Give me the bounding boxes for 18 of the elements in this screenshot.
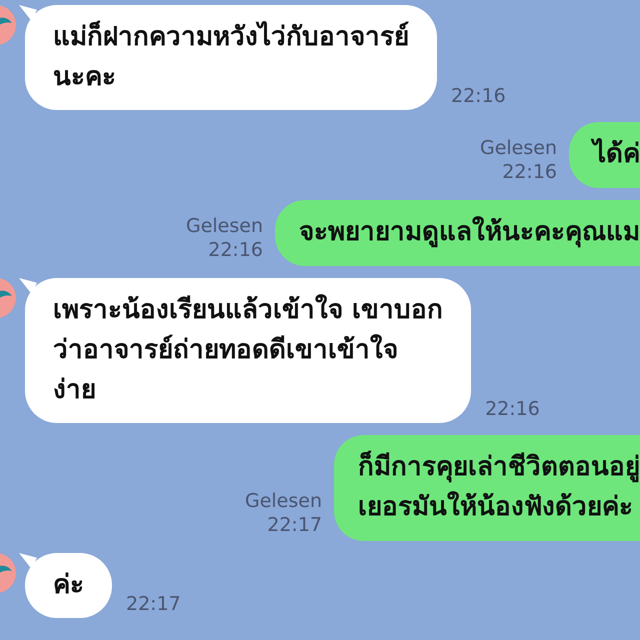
message-time: 22:17 [267,513,322,537]
message-text: ได้ค่ [593,134,640,174]
message-text: เพราะน้องเรียนแล้วเข้าใจ เขาบอก ว่าอาจารย์ถ่ายทอดดีเขาเข้าใจ ง่าย [53,293,444,407]
message-text: ก็มีการคุยเล่าชีวิตตอนอยู่ เยอรมันให้น้องฟังด้วยค่ะ [358,450,640,524]
avatar-icon[interactable] [0,553,16,593]
avatar-icon[interactable] [0,278,16,318]
message-text: แม่ก็ฝากความหวังไว่กับอาจารย์ นะคะ [53,20,409,94]
read-receipt: Gelesen [186,214,263,238]
read-receipt: Gelesen [480,136,557,160]
read-receipt: Gelesen [244,489,322,513]
message-time: 22:16 [485,397,540,421]
message-text: จะพยายามดูแลให้นะคะคุณแม [299,215,640,250]
message-time: 22:16 [451,84,506,108]
message-time: 22:17 [126,592,181,616]
message-time: 22:16 [208,238,263,262]
message-text: ค่ะ [53,569,84,602]
message-time: 22:16 [502,160,557,184]
avatar-icon[interactable] [0,5,16,45]
